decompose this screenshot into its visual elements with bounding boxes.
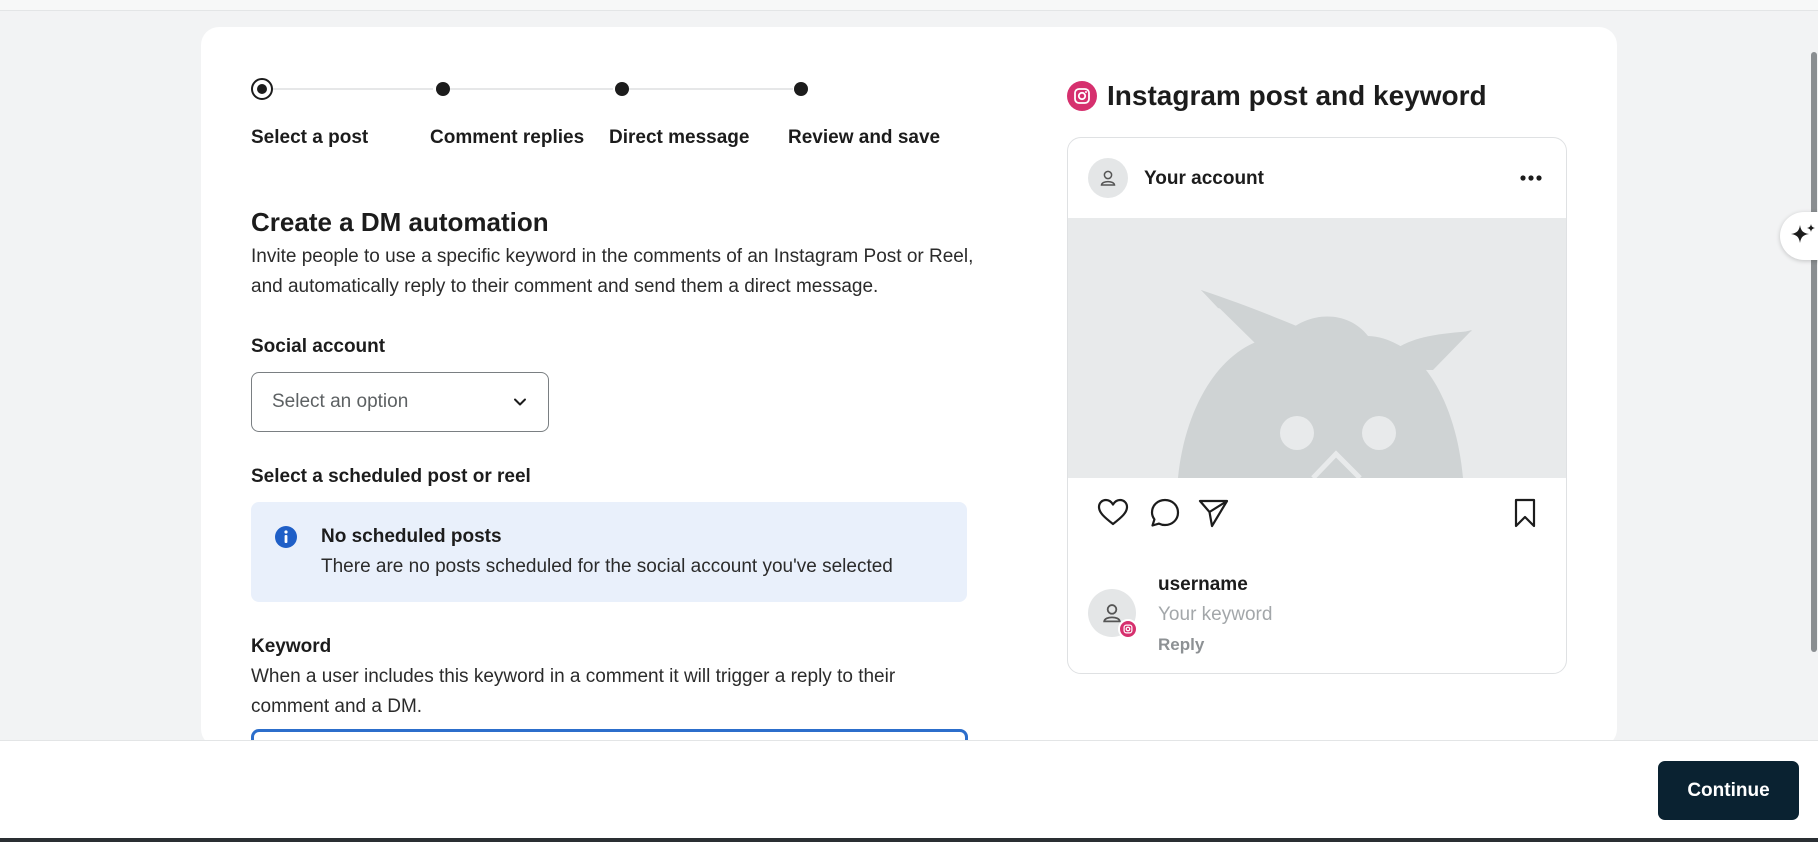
- page-intro: Invite people to use a specific keyword …: [251, 246, 974, 297]
- top-bar: [0, 0, 1818, 11]
- page-title: Create a DM automation: [251, 207, 549, 237]
- footer-bar: [0, 740, 1818, 842]
- owl-placeholder-icon: [1178, 290, 1472, 478]
- window-bottom-edge: [0, 838, 1818, 842]
- more-options-icon[interactable]: [1518, 165, 1544, 191]
- heart-icon[interactable]: [1096, 496, 1130, 530]
- step-4-indicator[interactable]: [794, 82, 808, 96]
- post-actions: [1068, 496, 1566, 536]
- no-posts-banner: No scheduled posts There are no posts sc…: [251, 502, 967, 602]
- banner-text: There are no posts scheduled for the soc…: [321, 556, 893, 577]
- account-avatar: [1088, 158, 1128, 198]
- info-icon: [275, 526, 297, 548]
- instagram-icon: [1067, 81, 1097, 111]
- chevron-down-icon: [514, 398, 526, 406]
- social-account-select[interactable]: Select an option: [251, 372, 549, 432]
- banner-title: No scheduled posts: [321, 526, 502, 547]
- step-4-label[interactable]: Review and save: [788, 127, 940, 149]
- step-3-indicator[interactable]: [615, 82, 629, 96]
- ai-assistant-button[interactable]: [1780, 212, 1818, 260]
- instagram-preview-card: Your account username Your keyword Reply: [1067, 137, 1567, 674]
- stepper: Select a post Comment replies Direct mes…: [251, 78, 1011, 158]
- step-connector: [623, 88, 793, 90]
- scrollbar-thumb[interactable]: [1811, 52, 1817, 652]
- comment-username: username: [1158, 574, 1248, 595]
- instagram-badge-icon: [1118, 619, 1138, 639]
- step-connector: [271, 88, 433, 90]
- comment-keyword: Your keyword: [1158, 604, 1273, 625]
- step-3-label[interactable]: Direct message: [609, 127, 749, 149]
- reply-link[interactable]: Reply: [1158, 635, 1204, 655]
- keyword-description: When a user includes this keyword in a c…: [251, 666, 896, 717]
- comment-icon[interactable]: [1148, 496, 1182, 530]
- continue-button[interactable]: Continue: [1658, 761, 1799, 820]
- post-image-placeholder: [1068, 218, 1566, 478]
- step-1-indicator[interactable]: [251, 78, 273, 100]
- scheduled-post-label: Select a scheduled post or reel: [251, 466, 531, 487]
- step-2-indicator[interactable]: [436, 82, 450, 96]
- social-account-label: Social account: [251, 336, 386, 357]
- commenter-avatar: [1088, 589, 1138, 639]
- social-account-placeholder: Select an option: [272, 391, 409, 412]
- sparkle-icon: [1791, 224, 1815, 243]
- step-connector: [443, 88, 613, 90]
- account-name: Your account: [1144, 168, 1264, 189]
- preview-title: Instagram post and keyword: [1107, 80, 1487, 111]
- step-2-label[interactable]: Comment replies: [430, 127, 584, 149]
- user-icon: [1100, 170, 1116, 186]
- keyword-label: Keyword: [251, 636, 332, 657]
- bookmark-icon[interactable]: [1508, 496, 1542, 530]
- step-1-label[interactable]: Select a post: [251, 127, 368, 149]
- share-icon[interactable]: [1196, 496, 1230, 530]
